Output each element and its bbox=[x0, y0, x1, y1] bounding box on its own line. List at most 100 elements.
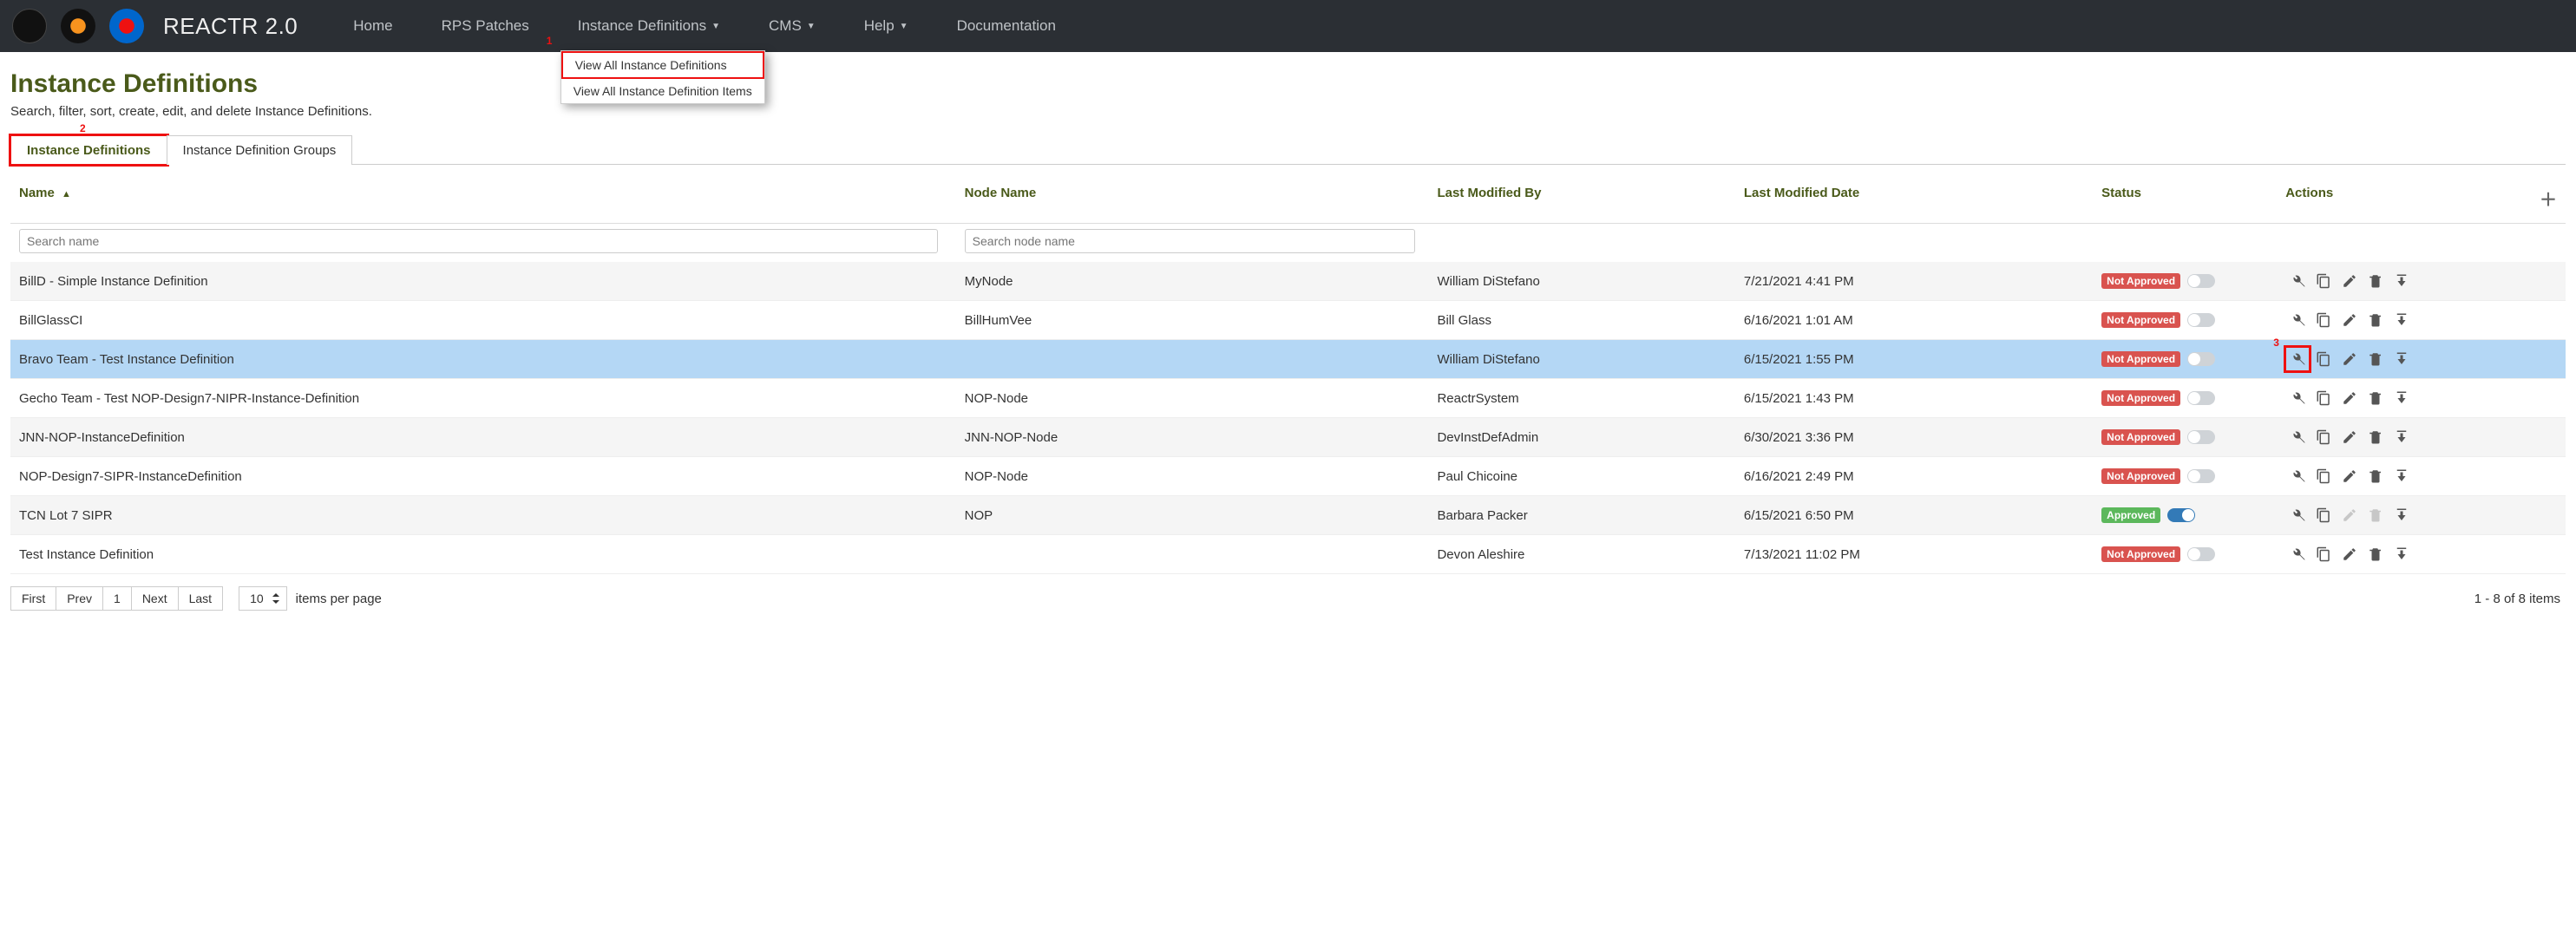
edit-icon[interactable] bbox=[2337, 347, 2362, 371]
cell-status: Not Approved bbox=[2093, 535, 2277, 574]
trash-icon[interactable] bbox=[2363, 464, 2388, 488]
cell-actions bbox=[2277, 457, 2566, 496]
download-icon[interactable] bbox=[2389, 269, 2414, 293]
col-header-last-modified-date[interactable]: Last Modified Date bbox=[1735, 173, 2093, 224]
copy-icon[interactable] bbox=[2311, 425, 2336, 449]
cell-last-modified-date: 6/16/2021 2:49 PM bbox=[1735, 457, 2093, 496]
nav-help[interactable]: Help ▼ bbox=[847, 0, 926, 52]
edit-icon[interactable] bbox=[2337, 464, 2362, 488]
tab-instance-definition-groups[interactable]: Instance Definition Groups bbox=[167, 135, 353, 165]
approve-toggle[interactable] bbox=[2187, 274, 2215, 288]
trash-icon[interactable] bbox=[2363, 386, 2388, 410]
copy-icon[interactable] bbox=[2311, 464, 2336, 488]
wrench-icon[interactable] bbox=[2285, 269, 2310, 293]
chevron-down-icon: ▼ bbox=[900, 22, 908, 31]
cell-status: Not Approved bbox=[2093, 340, 2277, 379]
nav-home[interactable]: Home bbox=[336, 0, 410, 52]
dropdown-view-all-instance-definitions[interactable]: View All Instance Definitions bbox=[561, 51, 764, 79]
pager-prev-button[interactable]: Prev bbox=[56, 586, 103, 611]
pager-page-number[interactable]: 1 bbox=[103, 586, 132, 611]
table-row[interactable]: Bravo Team - Test Instance DefinitionWil… bbox=[10, 340, 2566, 379]
add-icon[interactable]: ＋ bbox=[2540, 186, 2557, 211]
cell-name: BillD - Simple Instance Definition bbox=[10, 262, 956, 301]
approve-toggle[interactable] bbox=[2167, 508, 2195, 522]
col-header-name[interactable]: Name ▲ bbox=[10, 173, 956, 224]
wrench-icon[interactable] bbox=[2285, 347, 2310, 371]
trash-icon[interactable] bbox=[2363, 347, 2388, 371]
col-header-last-modified-by[interactable]: Last Modified By bbox=[1428, 173, 1734, 224]
cell-name: JNN-NOP-InstanceDefinition bbox=[10, 418, 956, 457]
approve-toggle[interactable] bbox=[2187, 313, 2215, 327]
cell-name: TCN Lot 7 SIPR bbox=[10, 496, 956, 535]
pager-first-button[interactable]: First bbox=[10, 586, 56, 611]
download-icon[interactable] bbox=[2389, 542, 2414, 566]
dropdown-view-all-instance-definition-items[interactable]: View All Instance Definition Items bbox=[561, 79, 764, 103]
download-icon[interactable] bbox=[2389, 464, 2414, 488]
trash-icon[interactable] bbox=[2363, 308, 2388, 332]
cell-actions: 3 bbox=[2277, 340, 2566, 379]
approve-toggle[interactable] bbox=[2187, 391, 2215, 405]
cell-actions bbox=[2277, 496, 2566, 535]
trash-icon[interactable] bbox=[2363, 269, 2388, 293]
approve-toggle[interactable] bbox=[2187, 547, 2215, 561]
trash-icon[interactable] bbox=[2363, 542, 2388, 566]
col-header-status[interactable]: Status bbox=[2093, 173, 2277, 224]
copy-icon[interactable] bbox=[2311, 542, 2336, 566]
copy-icon[interactable] bbox=[2311, 503, 2336, 527]
edit-icon[interactable] bbox=[2337, 269, 2362, 293]
nav-instance-definitions[interactable]: Instance Definitions ▼ 1 View All Instan… bbox=[560, 0, 737, 52]
table-row[interactable]: Test Instance DefinitionDevon Aleshire7/… bbox=[10, 535, 2566, 574]
approve-toggle[interactable] bbox=[2187, 352, 2215, 366]
wrench-icon[interactable] bbox=[2285, 425, 2310, 449]
wrench-icon[interactable] bbox=[2285, 503, 2310, 527]
cell-node-name: JNN-NOP-Node bbox=[956, 418, 1429, 457]
pager-last-button[interactable]: Last bbox=[179, 586, 223, 611]
copy-icon[interactable] bbox=[2311, 308, 2336, 332]
brand-title: REACTR 2.0 bbox=[163, 13, 298, 40]
download-icon[interactable] bbox=[2389, 308, 2414, 332]
nav-help-label: Help bbox=[864, 17, 895, 35]
table-row[interactable]: TCN Lot 7 SIPRNOPBarbara Packer6/15/2021… bbox=[10, 496, 2566, 535]
logo-badge-2-icon bbox=[61, 9, 95, 43]
nav-cms[interactable]: CMS ▼ bbox=[751, 0, 833, 52]
col-header-node-name[interactable]: Node Name bbox=[956, 173, 1429, 224]
status-badge: Not Approved bbox=[2101, 312, 2180, 328]
table-row[interactable]: Gecho Team - Test NOP-Design7-NIPR-Insta… bbox=[10, 379, 2566, 418]
table-row[interactable]: JNN-NOP-InstanceDefinitionJNN-NOP-NodeDe… bbox=[10, 418, 2566, 457]
table-row[interactable]: NOP-Design7-SIPR-InstanceDefinitionNOP-N… bbox=[10, 457, 2566, 496]
wrench-icon[interactable] bbox=[2285, 386, 2310, 410]
chevron-down-icon: ▼ bbox=[711, 22, 720, 31]
edit-icon[interactable] bbox=[2337, 308, 2362, 332]
pager-next-button[interactable]: Next bbox=[132, 586, 179, 611]
wrench-icon[interactable] bbox=[2285, 542, 2310, 566]
download-icon[interactable] bbox=[2389, 503, 2414, 527]
table-row[interactable]: BillD - Simple Instance DefinitionMyNode… bbox=[10, 262, 2566, 301]
cell-name: Test Instance Definition bbox=[10, 535, 956, 574]
download-icon[interactable] bbox=[2389, 386, 2414, 410]
copy-icon[interactable] bbox=[2311, 347, 2336, 371]
wrench-icon[interactable] bbox=[2285, 308, 2310, 332]
download-icon[interactable] bbox=[2389, 425, 2414, 449]
tab-instance-definitions[interactable]: Instance Definitions bbox=[10, 135, 167, 165]
copy-icon[interactable] bbox=[2311, 386, 2336, 410]
trash-icon[interactable] bbox=[2363, 425, 2388, 449]
edit-icon[interactable] bbox=[2337, 542, 2362, 566]
col-header-name-label: Name bbox=[19, 186, 55, 200]
wrench-icon[interactable] bbox=[2285, 464, 2310, 488]
filter-node-name-input[interactable] bbox=[965, 229, 1416, 253]
cell-node-name: NOP bbox=[956, 496, 1429, 535]
approve-toggle[interactable] bbox=[2187, 469, 2215, 483]
copy-icon[interactable] bbox=[2311, 269, 2336, 293]
cell-last-modified-date: 6/15/2021 1:43 PM bbox=[1735, 379, 2093, 418]
edit-icon[interactable] bbox=[2337, 386, 2362, 410]
table-row[interactable]: BillGlassCIBillHumVeeBill Glass6/16/2021… bbox=[10, 301, 2566, 340]
status-badge: Not Approved bbox=[2101, 429, 2180, 445]
cell-status: Approved bbox=[2093, 496, 2277, 535]
pager-page-size-select[interactable]: 10 bbox=[239, 586, 287, 611]
download-icon[interactable] bbox=[2389, 347, 2414, 371]
nav-rps-patches[interactable]: RPS Patches bbox=[424, 0, 547, 52]
approve-toggle[interactable] bbox=[2187, 430, 2215, 444]
edit-icon[interactable] bbox=[2337, 425, 2362, 449]
nav-documentation[interactable]: Documentation bbox=[940, 0, 1073, 52]
filter-name-input[interactable] bbox=[19, 229, 938, 253]
